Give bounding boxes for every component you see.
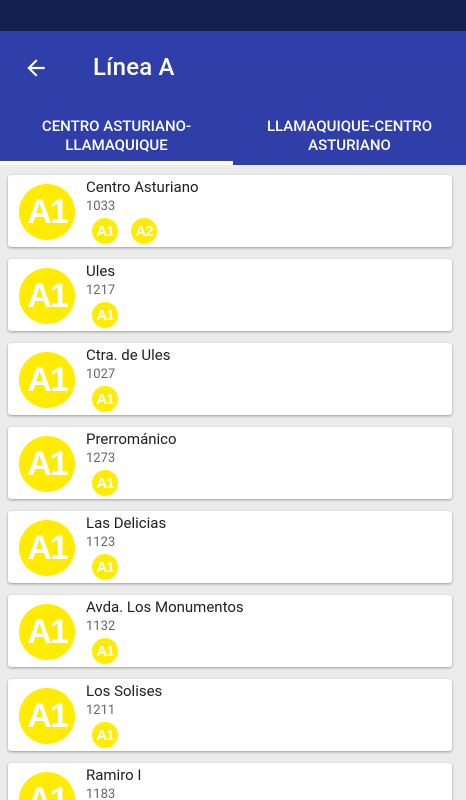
list-item[interactable]: A1 Prerrománico 1273 A1 xyxy=(8,427,452,499)
stop-name: Los Solises xyxy=(86,682,163,700)
stop-name: Centro Asturiano xyxy=(86,178,199,196)
direction-tabs: CENTRO ASTURIANO- LLAMAQUIQUE LLAMAQUIQU… xyxy=(0,104,466,165)
line-chip: A1 xyxy=(92,218,118,244)
line-chip: A1 xyxy=(92,722,118,748)
stop-lines: A1 xyxy=(92,638,118,664)
list-item[interactable]: A1 Las Delicias 1123 A1 xyxy=(8,511,452,583)
tab-label: LLAMAQUIQUE-CENTRO ASTURIANO xyxy=(266,116,433,154)
line-badge: A1 xyxy=(19,268,75,324)
stop-lines: A1 xyxy=(92,470,118,496)
list-item[interactable]: A1 Centro Asturiano 1033 A1 A2 xyxy=(8,175,452,247)
line-chip: A1 xyxy=(92,638,118,664)
stop-code: 1211 xyxy=(86,703,116,718)
stop-code: 1273 xyxy=(86,451,116,466)
list-item[interactable]: A1 Avda. Los Monumentos 1132 A1 xyxy=(8,595,452,667)
stop-code: 1027 xyxy=(86,367,116,382)
line-badge: A1 xyxy=(19,520,75,576)
stops-list[interactable]: A1 Centro Asturiano 1033 A1 A2 A1 Ules 1… xyxy=(0,165,466,800)
stop-code: 1132 xyxy=(86,619,116,634)
stop-lines: A1 xyxy=(92,386,118,412)
stop-name: Avda. Los Monumentos xyxy=(86,598,244,616)
stop-code: 1033 xyxy=(86,199,116,214)
list-item[interactable]: A1 Ules 1217 A1 xyxy=(8,259,452,331)
line-badge: A1 xyxy=(19,604,75,660)
line-chip: A1 xyxy=(92,386,118,412)
stop-lines: A1 xyxy=(92,302,118,328)
tab-centro-asturiano-llamaquique[interactable]: CENTRO ASTURIANO- LLAMAQUIQUE xyxy=(0,104,233,165)
list-item[interactable]: A1 Ramiro I 1183 A1 xyxy=(8,763,452,800)
line-chip: A1 xyxy=(92,554,118,580)
stop-name: Las Delicias xyxy=(86,514,167,532)
line-badge: A1 xyxy=(19,184,75,240)
stop-lines: A1 xyxy=(92,554,118,580)
status-bar xyxy=(0,0,466,31)
tab-llamaquique-centro-asturiano[interactable]: LLAMAQUIQUE-CENTRO ASTURIANO xyxy=(233,104,466,165)
stop-lines: A1 xyxy=(92,722,118,748)
stop-lines: A1 A2 xyxy=(92,218,157,244)
line-chip: A1 xyxy=(92,302,118,328)
stop-name: Ramiro I xyxy=(86,766,142,784)
list-item[interactable]: A1 Los Solises 1211 A1 xyxy=(8,679,452,751)
line-chip: A2 xyxy=(131,218,157,244)
line-badge: A1 xyxy=(19,772,75,800)
line-badge: A1 xyxy=(19,352,75,408)
stop-code: 1183 xyxy=(86,787,116,800)
stop-code: 1123 xyxy=(86,535,116,550)
tab-label: CENTRO ASTURIANO- LLAMAQUIQUE xyxy=(41,116,192,154)
page-title: Línea A xyxy=(93,53,175,81)
stop-name: Ules xyxy=(86,262,116,280)
stop-name: Ctra. de Ules xyxy=(86,346,171,364)
line-chip: A1 xyxy=(92,470,118,496)
app-toolbar: Línea A xyxy=(0,31,466,104)
list-item[interactable]: A1 Ctra. de Ules 1027 A1 xyxy=(8,343,452,415)
line-badge: A1 xyxy=(19,688,75,744)
line-badge: A1 xyxy=(19,436,75,492)
back-button[interactable] xyxy=(20,52,52,84)
stop-name: Prerrománico xyxy=(86,430,177,448)
arrow-back-icon xyxy=(27,59,45,77)
stop-code: 1217 xyxy=(86,283,116,298)
